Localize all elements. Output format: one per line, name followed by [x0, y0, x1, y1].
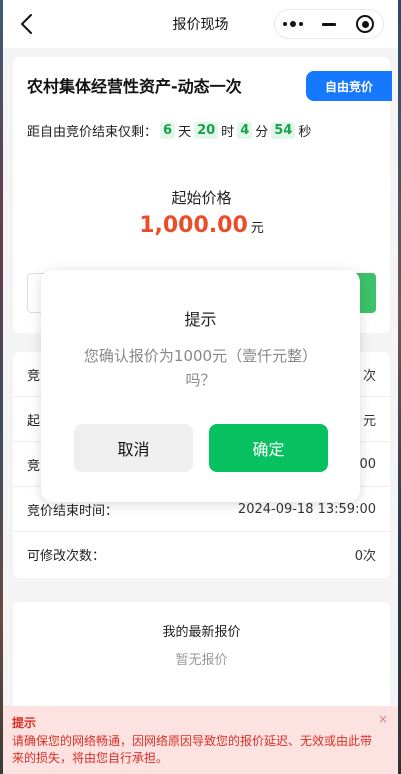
dialog-message: 您确认报价为1000元（壹仟元整）吗？	[83, 347, 318, 389]
left-edge	[0, 0, 3, 774]
confirm-button[interactable]: 确定	[209, 424, 328, 472]
dialog-title: 提示	[184, 310, 217, 329]
cancel-button[interactable]: 取消	[74, 424, 193, 472]
confirm-bid-dialog: 提示 您确认报价为1000元（壹仟元整）吗？ 取消 确定	[41, 270, 360, 502]
